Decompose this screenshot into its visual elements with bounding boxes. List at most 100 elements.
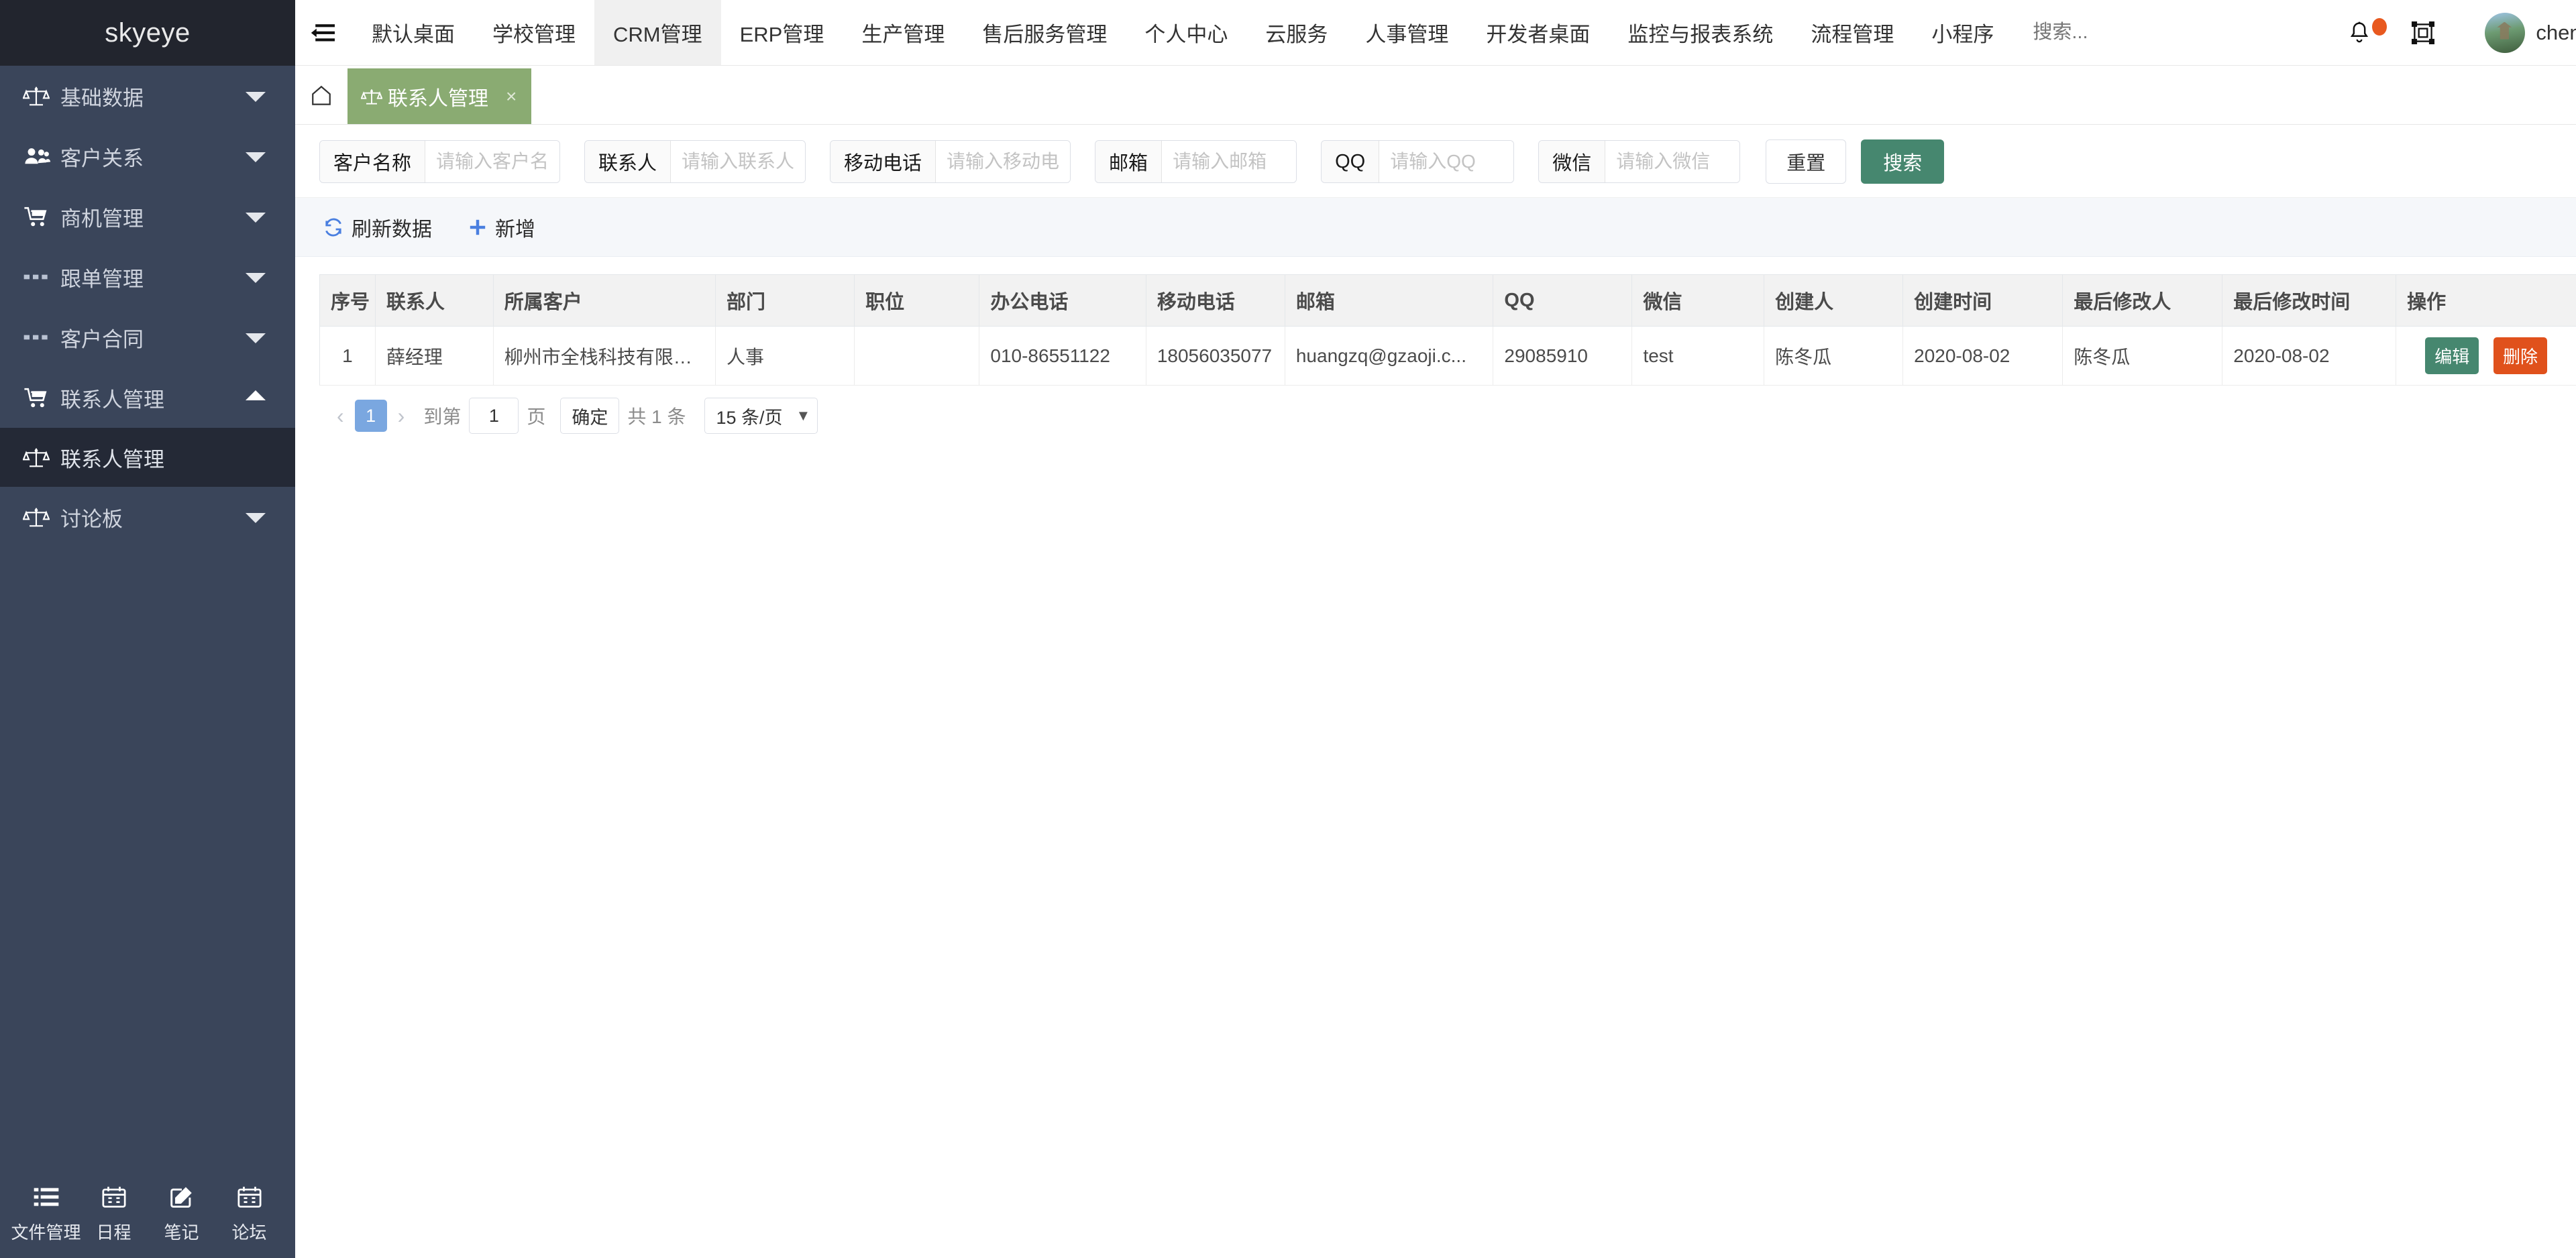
chevron-up-icon xyxy=(246,388,266,408)
col-contact: 联系人 xyxy=(375,274,494,327)
cell-contact: 薛经理 xyxy=(375,326,494,386)
nav-item-aftersales[interactable]: 售后服务管理 xyxy=(963,0,1126,65)
refresh-label: 刷新数据 xyxy=(352,218,432,241)
contact-input[interactable] xyxy=(671,141,806,182)
refresh-data-button[interactable]: 刷新数据 xyxy=(323,213,432,242)
sidebar-item-contact-management[interactable]: 联系人管理 xyxy=(0,367,295,428)
filter-email: 邮箱 xyxy=(1095,140,1297,183)
search-button[interactable]: 搜索 xyxy=(1861,139,1945,184)
nav-label: 生产管理 xyxy=(861,23,945,46)
close-icon[interactable]: × xyxy=(506,86,517,107)
global-search-input[interactable] xyxy=(2012,21,2214,44)
app-root: skyeye 基础数据 客户关系 商机管理 跟单管理 客户合同 联系人管理 联系… xyxy=(0,0,2576,1258)
col-office-phone: 办公电话 xyxy=(979,274,1146,327)
cell-operations: 编辑 删除 xyxy=(2396,326,2576,386)
sidebar-item-customer-relations[interactable]: 客户关系 xyxy=(0,126,295,186)
nav-item-crm[interactable]: CRM管理 xyxy=(594,0,721,65)
customer-name-input[interactable] xyxy=(425,141,560,182)
filter-qq: QQ xyxy=(1321,140,1515,183)
table-row[interactable]: 1 薛经理 柳州市全栈科技有限公司 人事 010-86551122 180560… xyxy=(319,326,2576,386)
mobile-input[interactable] xyxy=(936,141,1071,182)
shortcut-notes[interactable]: 笔记 xyxy=(148,1182,215,1244)
fullscreen-icon xyxy=(2411,21,2435,45)
cell-position xyxy=(854,326,980,386)
chevron-down-icon: ▼ xyxy=(796,407,811,424)
add-button[interactable]: 新增 xyxy=(468,213,535,242)
sidebar-item-label: 跟单管理 xyxy=(60,267,144,291)
col-seq: 序号 xyxy=(319,274,376,327)
sidebar-item-discussion-board[interactable]: 讨论板 xyxy=(0,487,295,547)
home-icon[interactable] xyxy=(295,66,347,124)
filter-mobile: 移动电话 xyxy=(830,140,1071,183)
avatar[interactable] xyxy=(2485,12,2526,53)
nav-item-cloud-service[interactable]: 云服务 xyxy=(1246,0,1346,65)
sidebar-item-customer-contract[interactable]: 客户合同 xyxy=(0,307,295,367)
cell-qq: 29085910 xyxy=(1493,326,1633,386)
fullscreen-button[interactable] xyxy=(2411,21,2435,45)
add-label: 新增 xyxy=(495,218,535,241)
scale-icon xyxy=(23,84,54,107)
pagination-page-1[interactable]: 1 xyxy=(354,400,387,432)
goto-confirm-button[interactable]: 确定 xyxy=(560,398,620,434)
tab-contact-management[interactable]: 联系人管理 × xyxy=(347,68,532,124)
nav-item-school[interactable]: 学校管理 xyxy=(474,0,594,65)
nav-item-monitoring-reports[interactable]: 监控与报表系统 xyxy=(1609,0,1792,65)
nav-item-production[interactable]: 生产管理 xyxy=(843,0,963,65)
page-size-label: 15 条/页 xyxy=(716,407,783,428)
cart-icon xyxy=(23,206,54,227)
pagination-prev[interactable]: ‹ xyxy=(326,404,355,428)
sidebar-item-label: 联系人管理 xyxy=(60,388,164,412)
cell-seq: 1 xyxy=(319,326,376,386)
pencil-note-icon xyxy=(169,1182,195,1212)
nav-label: 流程管理 xyxy=(1811,23,1894,46)
email-input[interactable] xyxy=(1162,141,1297,182)
nav-label: 人事管理 xyxy=(1365,23,1449,46)
edit-button[interactable]: 编辑 xyxy=(2425,337,2479,374)
table-header-row: 序号 联系人 所属客户 部门 职位 办公电话 移动电话 邮箱 QQ 微信 创建人… xyxy=(319,274,2576,327)
brand-logo: skyeye xyxy=(0,0,295,66)
plus-icon xyxy=(468,218,487,237)
sidebar-item-opportunity[interactable]: 商机管理 xyxy=(0,186,295,247)
pagination-next[interactable]: › xyxy=(387,404,416,428)
refresh-icon xyxy=(323,217,343,237)
cell-creator: 陈冬瓜 xyxy=(1764,326,1904,386)
reset-button[interactable]: 重置 xyxy=(1766,139,1847,184)
delete-button[interactable]: 删除 xyxy=(2493,337,2548,374)
wechat-input[interactable] xyxy=(1605,141,1740,182)
sidebar-subitem-contact-management[interactable]: 联系人管理 xyxy=(0,428,295,487)
nav-item-hr[interactable]: 人事管理 xyxy=(1346,0,1467,65)
top-right-area: chendonggua xyxy=(2012,0,2576,65)
nav-item-miniprogram[interactable]: 小程序 xyxy=(1913,0,2012,65)
table-container: 序号 联系人 所属客户 部门 职位 办公电话 移动电话 邮箱 QQ 微信 创建人… xyxy=(295,257,2576,434)
sidebar-item-label: 客户关系 xyxy=(60,146,144,170)
page-size-select[interactable]: 15 条/页 ▼ xyxy=(704,398,818,434)
col-department: 部门 xyxy=(715,274,855,327)
goto-page-input[interactable] xyxy=(469,398,519,434)
sidebar-item-order-tracking[interactable]: 跟单管理 xyxy=(0,247,295,307)
nav-label: 小程序 xyxy=(1931,23,1994,46)
shortcut-forum[interactable]: 论坛 xyxy=(216,1182,283,1244)
qq-input[interactable] xyxy=(1379,141,1514,182)
nav-item-process[interactable]: 流程管理 xyxy=(1792,0,1913,65)
action-toolbar: 刷新数据 新增 xyxy=(295,198,2576,257)
sidebar-item-basic-data[interactable]: 基础数据 xyxy=(0,66,295,126)
nav-label: 监控与报表系统 xyxy=(1627,23,1774,46)
notifications-button[interactable] xyxy=(2348,17,2387,45)
shortcut-schedule[interactable]: 日程 xyxy=(80,1182,148,1244)
shortcut-label: 论坛 xyxy=(231,1222,267,1243)
nav-item-default-desktop[interactable]: 默认桌面 xyxy=(353,0,474,65)
calendar-icon xyxy=(101,1182,127,1212)
nav-label: 默认桌面 xyxy=(372,23,455,46)
nav-label: 学校管理 xyxy=(492,23,576,46)
nav-item-erp[interactable]: ERP管理 xyxy=(721,0,843,65)
menu-collapse-icon[interactable] xyxy=(295,0,353,65)
scale-icon xyxy=(361,87,382,106)
shortcut-file-management[interactable]: 文件管理 xyxy=(11,1182,81,1244)
calendar-icon xyxy=(237,1182,262,1212)
filter-wechat: 微信 xyxy=(1538,140,1741,183)
col-position: 职位 xyxy=(854,274,980,327)
nav-item-personal-center[interactable]: 个人中心 xyxy=(1126,0,1246,65)
col-mobile: 移动电话 xyxy=(1146,274,1285,327)
nav-item-developer-desktop[interactable]: 开发者桌面 xyxy=(1467,0,1609,65)
filter-label: 移动电话 xyxy=(830,141,936,182)
